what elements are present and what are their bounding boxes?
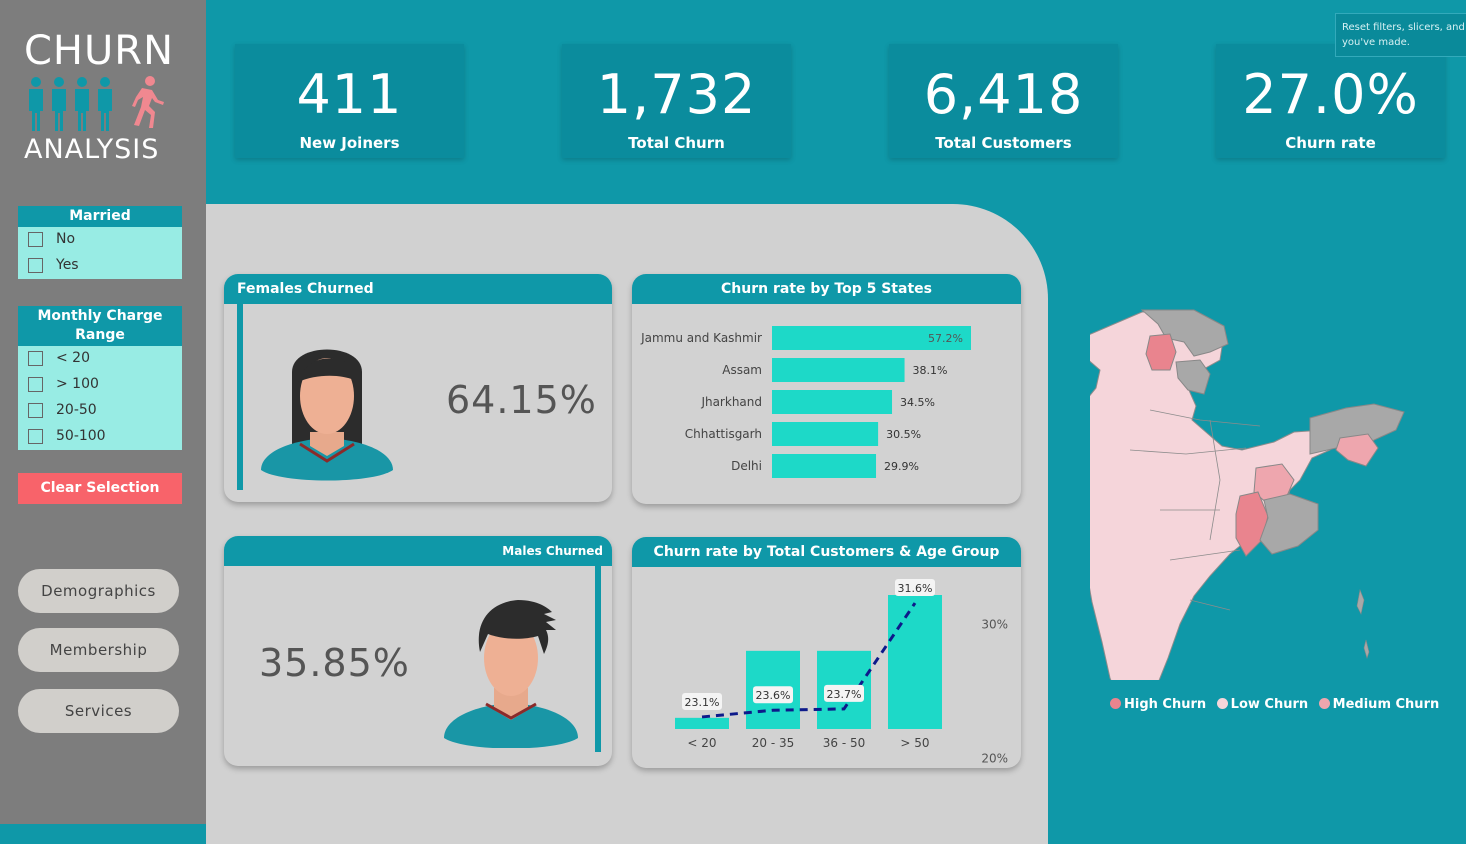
age-tick-label: 36 - 50	[823, 736, 866, 750]
logo-subtitle: ANALYSIS	[24, 134, 160, 165]
male-avatar-icon	[444, 600, 578, 748]
reset-tooltip: Reset filters, slicers, and ot you've mad…	[1335, 13, 1466, 57]
nav-services-button[interactable]: Services	[18, 689, 179, 733]
map-low-churn-region[interactable]	[1090, 311, 1335, 680]
age-bar[interactable]	[888, 595, 942, 729]
married-option-no[interactable]: No	[18, 227, 182, 253]
charge-option[interactable]: 20-50	[18, 398, 182, 424]
checkbox[interactable]	[28, 403, 43, 418]
state-label: Jharkhand	[700, 395, 762, 409]
svg-text:23.7%: 23.7%	[827, 688, 862, 701]
states-chart-title: Churn rate by Top 5 States	[632, 274, 1021, 304]
kpi-value: 1,732	[596, 63, 757, 126]
y2-tick-label: 30%	[981, 617, 1008, 631]
married-option-yes[interactable]: Yes	[18, 253, 182, 279]
svg-text:31.6%: 31.6%	[898, 582, 933, 595]
state-value-label: 57.2%	[928, 332, 963, 345]
males-card-title: Males Churned	[224, 536, 612, 566]
females-card-title: Females Churned	[224, 274, 612, 304]
monthly-charge-slicer-title: Monthly Charge Range	[18, 306, 182, 346]
svg-text:23.1%: 23.1%	[685, 696, 720, 709]
kpi-label: Total Churn	[628, 134, 725, 152]
age-combo-chart: < 20 20 - 35 36 - 50 > 50 23.1% 23.6% 23.7% 31.…	[675, 579, 1008, 765]
checkbox[interactable]	[28, 377, 43, 392]
state-bar[interactable]	[772, 422, 879, 446]
married-slicer-title: Married	[18, 206, 182, 227]
clear-selection-button[interactable]: Clear Selection	[18, 473, 182, 504]
state-label: Chhattisgarh	[685, 427, 762, 441]
legend-dot-icon	[1318, 698, 1330, 709]
kpi-label: Total Customers	[935, 134, 1072, 152]
monthly-charge-slicer: Monthly Charge Range < 20 > 100 20-50 50-…	[18, 306, 182, 450]
female-avatar-icon	[261, 349, 393, 481]
state-label: Jammu and Kashmir	[640, 331, 762, 345]
males-churned-card: Males Churned 35.85%	[224, 536, 612, 766]
kpi-label: New Joiners	[299, 134, 400, 152]
state-label: Assam	[722, 363, 762, 377]
state-label: Delhi	[731, 459, 762, 473]
map-high-churn-region[interactable]	[1145, 333, 1177, 371]
churn-rate-line	[701, 602, 917, 719]
state-bar[interactable]	[772, 390, 893, 414]
charge-option[interactable]: < 20	[18, 346, 182, 372]
kpi-total-churn: 1,732 Total Churn	[562, 44, 791, 158]
females-churned-card: Females Churned 64.15%	[224, 274, 612, 502]
map-region-grey[interactable]	[1259, 493, 1319, 555]
svg-text:23.6%: 23.6%	[756, 689, 791, 702]
accent-bar	[237, 304, 243, 490]
kpi-value: 27.0%	[1242, 63, 1419, 126]
kpi-value: 6,418	[923, 63, 1084, 126]
state-bar[interactable]	[772, 454, 877, 478]
line-data-label: 23.6%	[753, 686, 793, 704]
legend-item-low: Low Churn	[1216, 697, 1308, 712]
checkbox[interactable]	[28, 351, 43, 366]
line-data-label: 23.7%	[824, 684, 864, 702]
females-percentage: 64.15%	[446, 378, 597, 422]
kpi-churn-rate: 27.0% Churn rate	[1216, 44, 1445, 158]
india-churn-map[interactable]	[1090, 300, 1420, 680]
line-data-label: 23.1%	[682, 692, 722, 710]
state-bar[interactable]	[772, 358, 905, 382]
legend-item-high: High Churn	[1110, 697, 1206, 712]
charge-option[interactable]: 50-100	[18, 424, 182, 450]
married-slicer: Married No Yes	[18, 206, 182, 279]
checkbox[interactable]	[28, 232, 43, 247]
kpi-value: 411	[296, 63, 403, 126]
nav-membership-button[interactable]: Membership	[18, 628, 179, 672]
state-value-label: 30.5%	[886, 428, 921, 441]
males-percentage: 35.85%	[259, 641, 410, 685]
checkbox[interactable]	[28, 429, 43, 444]
state-value-label: 34.5%	[900, 396, 935, 409]
sidebar: CHURN ANALYSIS Married No Yes Monthly Ch…	[0, 0, 206, 824]
map-medium-churn-region[interactable]	[1335, 433, 1379, 467]
legend-dot-icon	[1216, 698, 1228, 709]
kpi-new-joiners: 411 New Joiners	[235, 44, 464, 158]
age-tick-label: < 20	[687, 736, 716, 750]
logo-title: CHURN	[24, 28, 174, 74]
nav-demographics-button[interactable]: Demographics	[18, 569, 179, 613]
kpi-total-customers: 6,418 Total Customers	[889, 44, 1118, 158]
line-data-label: 31.6%	[895, 579, 935, 597]
churn-people-icon	[29, 76, 164, 131]
map-legend: High Churn Low Churn Medium Churn	[1110, 697, 1445, 712]
checkbox[interactable]	[28, 258, 43, 273]
age-chart-card: Churn rate by Total Customers & Age Grou…	[632, 537, 1021, 768]
age-tick-label: > 50	[900, 736, 929, 750]
legend-dot-icon	[1110, 698, 1121, 709]
age-tick-label: 20 - 35	[752, 736, 795, 750]
states-bar-chart: Jammu and Kashmir 57.2% Assam 38.1% Jharkhan…	[640, 326, 971, 478]
y2-tick-label: 20%	[981, 751, 1008, 765]
accent-bar	[595, 564, 601, 752]
kpi-label: Churn rate	[1285, 134, 1376, 152]
charge-option[interactable]: > 100	[18, 372, 182, 398]
state-value-label: 38.1%	[913, 364, 948, 377]
states-chart-card: Churn rate by Top 5 States Jammu and Kas…	[632, 274, 1021, 504]
legend-item-medium: Medium Churn	[1318, 697, 1439, 712]
state-value-label: 29.9%	[884, 460, 919, 473]
age-bar[interactable]	[675, 717, 729, 729]
